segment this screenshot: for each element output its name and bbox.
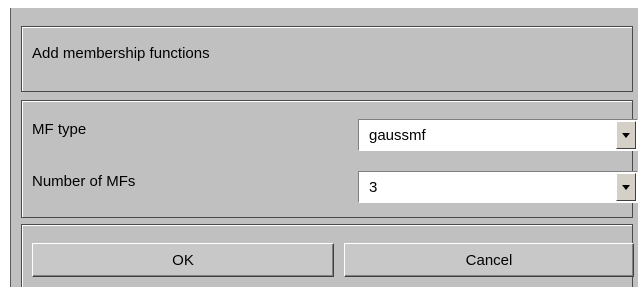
num-mfs-value: 3 — [369, 179, 378, 196]
title-panel: Add membership functions — [21, 26, 633, 92]
chevron-down-icon — [622, 185, 630, 190]
mf-type-value: gaussmf — [369, 127, 426, 144]
mf-type-label: MF type — [32, 121, 87, 138]
options-panel: MF type gaussmf Number of MFs 3 — [21, 100, 638, 218]
dialog-title: Add membership functions — [32, 45, 210, 62]
ok-button[interactable]: OK — [32, 243, 334, 277]
chevron-down-icon — [622, 133, 630, 138]
buttons-panel: OK Cancel — [21, 224, 634, 287]
mf-type-dropdown-button[interactable] — [616, 121, 636, 149]
num-mfs-select[interactable]: 3 — [358, 171, 638, 203]
num-mfs-dropdown-button[interactable] — [616, 173, 636, 201]
mf-type-select[interactable]: gaussmf — [358, 119, 638, 151]
cancel-button[interactable]: Cancel — [344, 243, 634, 277]
num-mfs-label: Number of MFs — [32, 173, 136, 190]
dialog-window: Add membership functions MF type gaussmf… — [10, 8, 638, 287]
